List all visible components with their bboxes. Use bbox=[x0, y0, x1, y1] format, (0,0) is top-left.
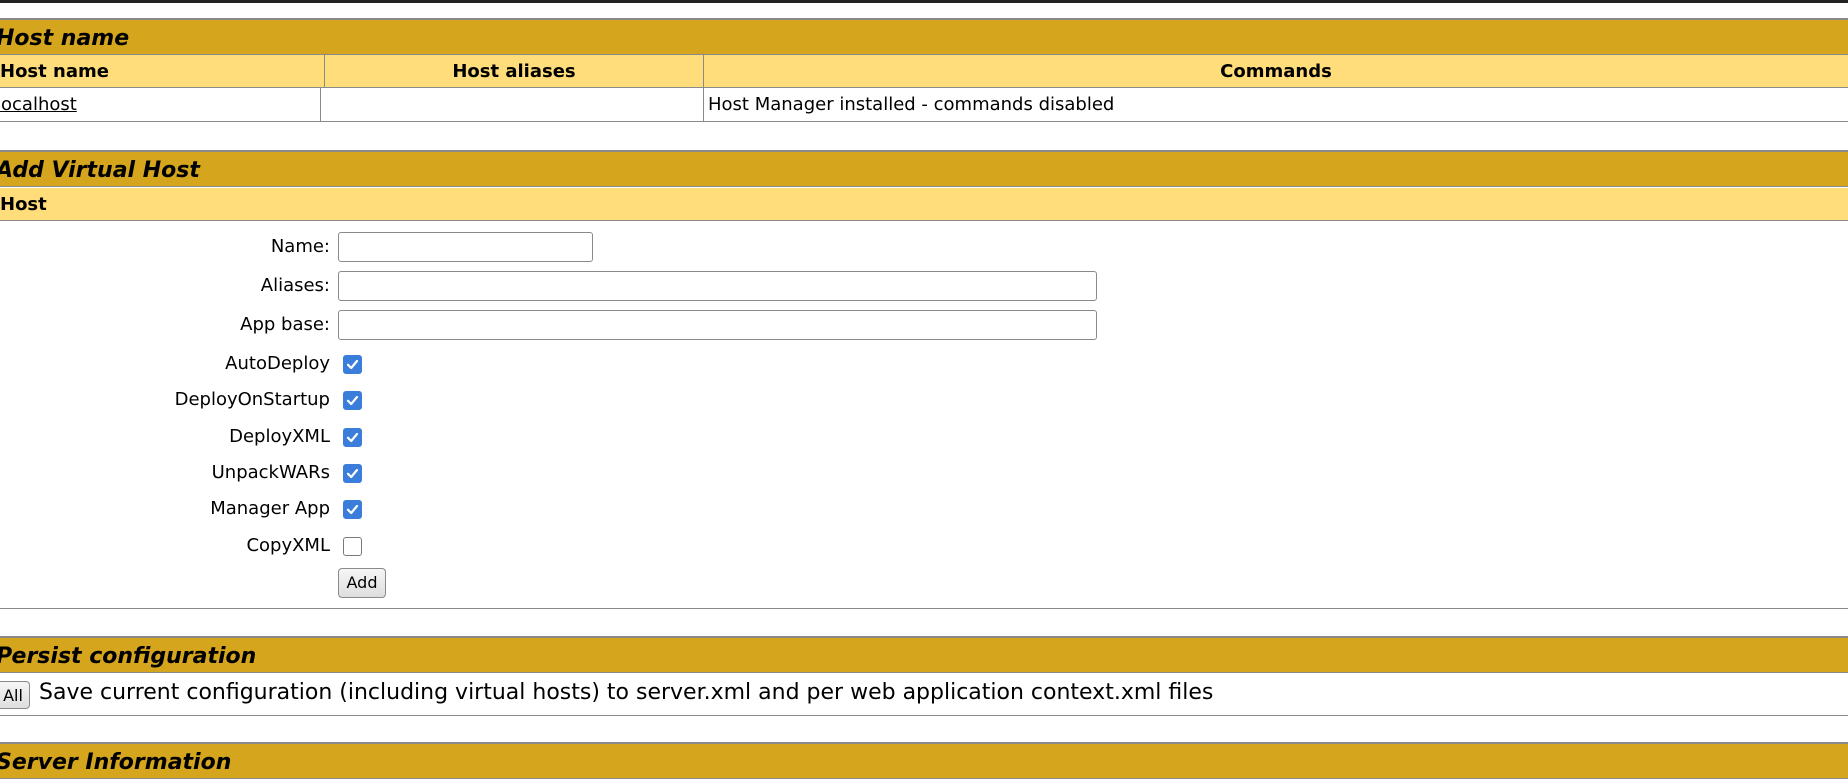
col-host-aliases: Host aliases bbox=[325, 55, 704, 87]
checkbox-autodeploy[interactable] bbox=[343, 355, 362, 374]
persist-all-button[interactable]: All bbox=[0, 681, 30, 709]
table-row: localhost Host Manager installed - comma… bbox=[0, 88, 1848, 122]
cell-commands: Host Manager installed - commands disabl… bbox=[708, 94, 1115, 115]
checkbox-deployonstartup[interactable] bbox=[343, 391, 362, 411]
divider bbox=[0, 715, 1848, 716]
appbase-input[interactable] bbox=[338, 310, 1097, 340]
checkbox-label: CopyXML bbox=[246, 534, 330, 556]
name-label: Name: bbox=[270, 236, 330, 257]
checkbox-label: DeployXML bbox=[229, 425, 330, 447]
cell-host-name: localhost bbox=[0, 88, 321, 121]
checkmark-icon bbox=[346, 396, 359, 406]
server-section-title: Server Information bbox=[0, 742, 1848, 779]
checkbox-label: AutoDeploy bbox=[225, 353, 330, 374]
checkmark-icon bbox=[346, 432, 359, 442]
checkbox-deployxml[interactable] bbox=[343, 427, 362, 447]
checkbox-manager-app[interactable] bbox=[343, 500, 362, 520]
aliases-input[interactable] bbox=[338, 271, 1097, 301]
cell-host-aliases bbox=[325, 88, 704, 121]
col-host-name: Host name bbox=[0, 55, 325, 87]
col-commands: Commands bbox=[1220, 61, 1332, 82]
appbase-label: App base: bbox=[240, 314, 330, 335]
top-rule bbox=[0, 0, 1848, 3]
add-subheader: Host bbox=[0, 188, 1848, 221]
add-section-title: Add Virtual Host bbox=[0, 150, 1848, 187]
host-link-localhost[interactable]: localhost bbox=[0, 94, 77, 115]
checkbox-label: UnpackWARs bbox=[211, 461, 330, 483]
checkbox-copyxml[interactable] bbox=[343, 536, 362, 556]
checkmark-icon bbox=[346, 359, 359, 370]
checkbox-label: Manager App bbox=[210, 498, 330, 520]
divider bbox=[0, 608, 1848, 609]
add-button[interactable]: Add bbox=[338, 568, 386, 598]
name-input[interactable] bbox=[338, 232, 593, 262]
host-table-header: Host name Host aliases Commands bbox=[0, 55, 1848, 88]
checkbox-unpackwars[interactable] bbox=[343, 463, 362, 483]
checkmark-icon bbox=[346, 505, 359, 515]
checkbox-label: DeployOnStartup bbox=[174, 389, 330, 411]
aliases-label: Aliases: bbox=[260, 275, 330, 296]
host-section-title: Host name bbox=[0, 18, 1848, 55]
persist-section-title: Persist configuration bbox=[0, 636, 1848, 673]
checkmark-icon bbox=[346, 468, 359, 478]
persist-description: Save current configuration (including vi… bbox=[39, 680, 1214, 705]
